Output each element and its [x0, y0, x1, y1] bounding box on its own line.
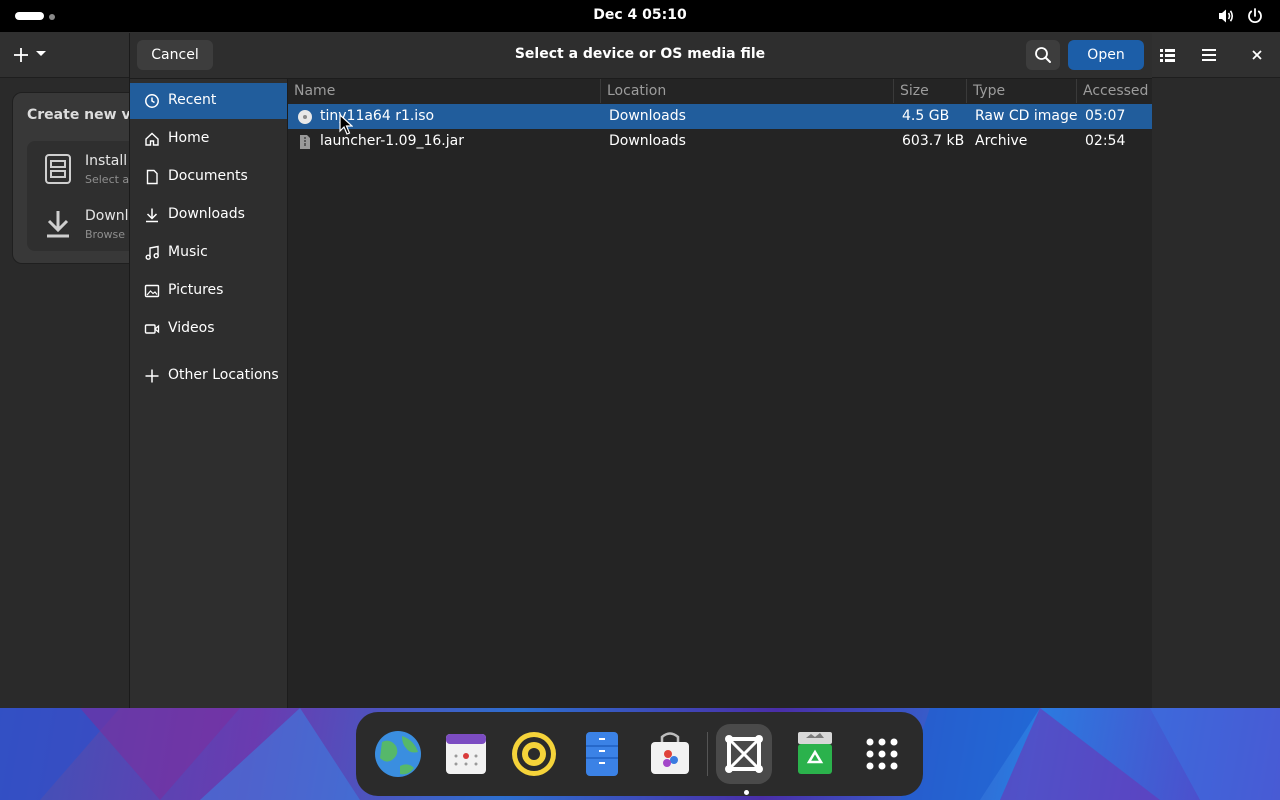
file-accessed: 05:07: [1085, 108, 1126, 124]
file-row[interactable]: tiny11a64 r1.iso Downloads 4.5 GB Raw CD…: [288, 104, 1152, 129]
boxes-icon: [725, 735, 763, 773]
sidebar-item-music[interactable]: Music: [130, 235, 287, 271]
power-icon[interactable]: [1246, 7, 1264, 25]
file-row[interactable]: launcher-1.09_16.jar Downloads 603.7 kB …: [288, 129, 1152, 154]
plus-icon: [14, 48, 28, 62]
volume-icon[interactable]: [1217, 7, 1235, 25]
sidebar-item-videos[interactable]: Videos: [130, 311, 287, 347]
open-button[interactable]: Open: [1068, 40, 1144, 70]
clock-icon: [145, 94, 159, 108]
file-chooser-dialog: Cancel Select a device or OS media file …: [129, 33, 1152, 708]
globe-icon[interactable]: [370, 724, 426, 784]
home-icon: [145, 132, 159, 146]
sidebar-item-downloads[interactable]: Downloads: [130, 197, 287, 233]
dock-separator: [707, 732, 708, 776]
column-header-size[interactable]: Size: [893, 79, 966, 103]
file-type: Raw CD image: [975, 108, 1078, 124]
software-bag-icon[interactable]: [642, 724, 698, 784]
file-location: Downloads: [609, 133, 686, 149]
running-indicator: [744, 790, 749, 795]
column-header-accessed[interactable]: Accessed: [1076, 79, 1152, 103]
sidebar-item-label: Downloads: [168, 206, 245, 222]
install-item-title: Install: [85, 153, 128, 169]
file-size: 4.5 GB: [902, 108, 950, 124]
sidebar-item-home[interactable]: Home: [130, 121, 287, 157]
sidebar-item-label: Recent: [168, 92, 217, 108]
search-icon: [1035, 47, 1051, 63]
dialog-title: Select a device or OS media file: [514, 46, 766, 62]
app-grid-icon[interactable]: [854, 724, 910, 784]
sidebar-item-documents[interactable]: Documents: [130, 159, 287, 195]
dialog-headerbar: Cancel Select a device or OS media file …: [130, 33, 1152, 79]
top-bar: Dec 4 05:10: [0, 0, 1280, 32]
download-item-subtitle: Browse: [85, 228, 126, 241]
recycle-icon[interactable]: [787, 724, 843, 784]
sidebar-item-pictures[interactable]: Pictures: [130, 273, 287, 309]
file-cabinet-icon[interactable]: [574, 724, 630, 784]
picture-icon: [144, 284, 160, 298]
download-icon: [47, 211, 69, 238]
sidebar-item-label: Other Locations: [168, 367, 279, 383]
video-icon: [144, 324, 160, 334]
search-button[interactable]: [1026, 40, 1060, 70]
install-media-icon: [45, 154, 71, 184]
download-icon: [146, 208, 158, 223]
disc-icon: [298, 110, 312, 124]
sidebar-item-recent[interactable]: Recent: [130, 83, 287, 119]
workspace-indicator: [49, 13, 55, 20]
calendar-icon[interactable]: [438, 724, 494, 784]
file-type: Archive: [975, 133, 1028, 149]
sidebar-item-label: Pictures: [168, 282, 224, 298]
hamburger-menu-icon[interactable]: [1194, 39, 1224, 71]
column-header-location[interactable]: Location: [600, 79, 893, 103]
boxes-app[interactable]: [716, 724, 772, 784]
file-name: tiny11a64 r1.iso: [320, 108, 435, 124]
dock: [356, 712, 923, 796]
sidebar-item-label: Music: [168, 244, 208, 260]
new-vm-button[interactable]: [4, 39, 54, 71]
file-list: Name Location Size Type Accessed tiny11a…: [288, 79, 1152, 708]
workspace-indicator-active: [15, 12, 44, 20]
cancel-button[interactable]: Cancel: [137, 40, 213, 70]
plus-icon: [145, 369, 159, 383]
sidebar-item-label: Home: [168, 130, 210, 146]
install-item-subtitle: Select a: [85, 173, 130, 186]
file-location: Downloads: [609, 108, 686, 124]
sidebar-item-label: Documents: [168, 168, 248, 184]
archive-file-icon: [300, 135, 310, 149]
column-header-name[interactable]: Name: [288, 79, 600, 103]
download-item-title: Downl: [85, 208, 129, 224]
close-icon[interactable]: [1244, 39, 1270, 71]
column-header-type[interactable]: Type: [966, 79, 1076, 103]
sidebar-item-other-locations[interactable]: Other Locations: [130, 358, 287, 394]
file-size: 603.7 kB: [902, 133, 965, 149]
speaker-icon[interactable]: [506, 724, 562, 784]
chevron-down-icon: [36, 51, 46, 56]
clock[interactable]: Dec 4 05:10: [540, 7, 740, 23]
activities-button[interactable]: [15, 12, 55, 20]
document-icon: [146, 169, 158, 185]
sidebar-item-label: Videos: [168, 320, 215, 336]
places-sidebar: Recent Home Documents Downloads Music Pi…: [130, 79, 288, 708]
file-accessed: 02:54: [1085, 133, 1126, 149]
music-icon: [145, 245, 159, 260]
mouse-pointer-icon: [339, 114, 353, 135]
list-view-icon[interactable]: [1152, 39, 1182, 71]
